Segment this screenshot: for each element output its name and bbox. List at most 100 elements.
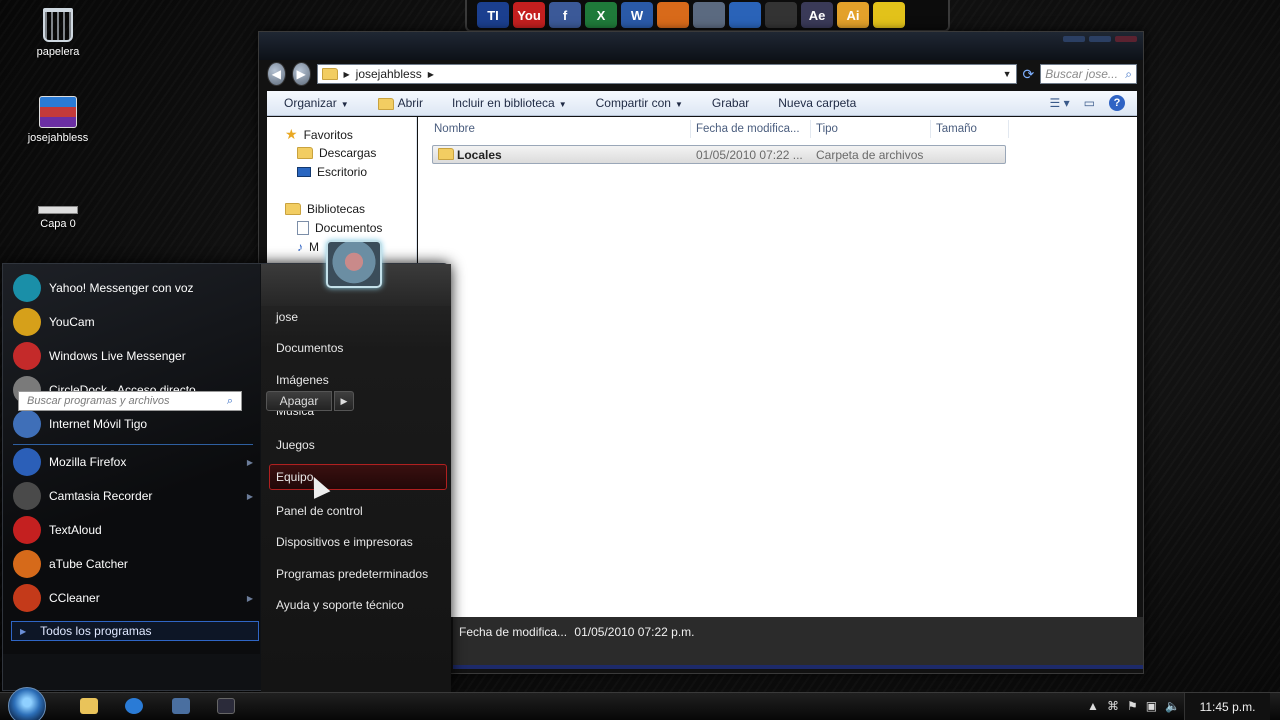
dock-bar: TI You f X W Ae Ai (465, 0, 950, 32)
submenu-arrow-icon: ▶ (246, 491, 253, 501)
after-effects-taskbar-icon[interactable] (217, 698, 235, 714)
window-title-bar[interactable] (259, 32, 1143, 60)
search-input[interactable]: Buscar jose... ⌕ (1040, 64, 1138, 84)
camtasia-icon (13, 482, 41, 510)
action-center-icon[interactable]: ⚑ (1127, 699, 1138, 713)
start-right-item[interactable]: Imágenes (276, 373, 329, 387)
nav-documents[interactable]: Documentos (297, 221, 382, 235)
start-button[interactable] (8, 687, 46, 720)
submenu-arrow-icon: ▶ (246, 593, 253, 603)
open-button[interactable]: Abrir (361, 96, 435, 110)
network-icon[interactable]: ⌘ (1107, 699, 1119, 713)
nav-downloads[interactable]: Descargas (297, 146, 376, 160)
column-name[interactable]: Nombre (434, 123, 475, 135)
desktop-icon-recycle-bin[interactable]: papelera (3, 8, 113, 58)
program-item[interactable]: Yahoo! Messenger con voz (13, 272, 253, 304)
start-search-input[interactable]: Buscar programas y archivos ⌕ (18, 391, 242, 411)
command-bar: Organizar ▼ Abrir Incluir en biblioteca ▼ … (267, 91, 1137, 116)
program-item[interactable]: Mozilla Firefox ▶ (13, 446, 253, 478)
clock[interactable]: 11:45 p.m. (1184, 693, 1270, 720)
new-folder-button[interactable]: Nueva carpeta (761, 96, 868, 110)
start-right-item[interactable]: Juegos (276, 438, 315, 452)
help-icon[interactable]: ? (1109, 95, 1125, 111)
program-item[interactable]: CCleaner ▶ (13, 582, 253, 614)
program-item[interactable]: Internet Móvil Tigo (13, 408, 253, 440)
word-icon[interactable]: W (621, 2, 653, 28)
column-type[interactable]: Tipo (816, 123, 838, 135)
display-icon[interactable]: ▣ (1146, 699, 1157, 713)
internet-explorer-icon[interactable] (125, 698, 143, 714)
address-bar[interactable]: ▶ josejahbless ▶ ▼ (316, 64, 1017, 84)
maximize-button[interactable] (1089, 36, 1111, 42)
desktop-icon-winrar[interactable]: josejahbless (3, 96, 113, 144)
recycle-bin-icon (43, 8, 73, 42)
program-item[interactable]: aTube Catcher (13, 548, 253, 580)
program-item[interactable]: Windows Live Messenger (13, 340, 253, 372)
program-label: Mozilla Firefox (49, 455, 127, 469)
illustrator-icon[interactable]: Ai (837, 2, 869, 28)
all-programs-button[interactable]: ▶ Todos los programas (11, 621, 259, 641)
youtube-icon[interactable]: You (513, 2, 545, 28)
firefox-icon[interactable] (657, 2, 689, 28)
share-button[interactable]: Compartir con ▼ (579, 96, 695, 110)
program-label: TextAloud (49, 523, 102, 537)
explorer-taskbar-icon[interactable] (80, 698, 98, 714)
start-right-item[interactable]: Programas predeterminados (276, 567, 428, 581)
back-button[interactable]: ◀ (267, 62, 286, 86)
submenu-arrow-icon: ▶ (246, 457, 253, 467)
desktop-icon-label: Capa 0 (40, 218, 76, 230)
nav-libraries[interactable]: Bibliotecas (285, 202, 365, 216)
search-placeholder: Buscar jose... (1045, 67, 1118, 81)
msn-icon[interactable] (729, 2, 761, 28)
refresh-icon[interactable]: ⟳ (1023, 66, 1035, 83)
taringa-icon[interactable]: TI (477, 2, 509, 28)
close-button[interactable] (1115, 36, 1137, 42)
program-list: ▶ Todos los programas Yahoo! Messenger c… (3, 264, 260, 654)
nav-music[interactable]: ♪ M (297, 240, 319, 254)
shutdown-options-button[interactable]: ▶ (334, 391, 354, 411)
preview-pane-icon[interactable]: ▭ (1084, 96, 1095, 110)
textaloud-icon (13, 516, 41, 544)
library-icon (285, 203, 301, 215)
ubuntu-icon[interactable] (765, 2, 797, 28)
excel-icon[interactable]: X (585, 2, 617, 28)
search-icon: ⌕ (1125, 66, 1133, 81)
program-item[interactable]: YouCam (13, 306, 253, 338)
minimize-button[interactable] (1063, 36, 1085, 42)
beyond-icon[interactable] (873, 2, 905, 28)
start-right-item[interactable]: Ayuda y soporte técnico (276, 598, 404, 612)
start-right-item[interactable]: Documentos (276, 341, 343, 355)
desktop-icon-label: josejahbless (27, 132, 89, 144)
shutdown-button[interactable]: Apagar (266, 391, 332, 411)
start-right-item[interactable]: Panel de control (276, 504, 363, 518)
burn-button[interactable]: Grabar (695, 96, 761, 110)
show-hidden-icons-icon[interactable]: ▲ (1087, 699, 1099, 713)
column-date[interactable]: Fecha de modifica... (696, 123, 800, 135)
avatar[interactable] (326, 240, 382, 288)
program-label: Windows Live Messenger (49, 349, 186, 363)
forward-button[interactable]: ▶ (291, 62, 311, 86)
nav-desktop[interactable]: Escritorio (297, 165, 367, 179)
program-item[interactable]: Camtasia Recorder ▶ (13, 480, 253, 512)
include-library-button[interactable]: Incluir en biblioteca ▼ (435, 96, 579, 110)
document-icon (297, 221, 309, 235)
column-size[interactable]: Tamaño (936, 123, 977, 135)
nav-favorites[interactable]: ★ Favoritos (285, 126, 353, 143)
program-item[interactable]: TextAloud (13, 514, 253, 546)
system-tray: ▲ ⌘ ⚑ ▣ 🔈 (1087, 699, 1180, 713)
after-effects-icon[interactable]: Ae (801, 2, 833, 28)
atube-icon (13, 550, 41, 578)
breadcrumb[interactable]: josejahbless (356, 67, 422, 81)
camtasia-icon[interactable] (693, 2, 725, 28)
msn-taskbar-icon[interactable] (172, 698, 190, 714)
table-row[interactable]: Locales 01/05/2010 07:22 ... Carpeta de … (432, 145, 1006, 164)
address-dropdown-icon[interactable]: ▼ (1003, 69, 1016, 79)
start-right-item[interactable]: Dispositivos e impresoras (276, 535, 413, 549)
organize-button[interactable]: Organizar ▼ (267, 96, 361, 110)
facebook-icon[interactable]: f (549, 2, 581, 28)
desktop-icon-layer[interactable]: Capa 0 (3, 192, 113, 230)
program-label: CCleaner (49, 591, 100, 605)
volume-icon[interactable]: 🔈 (1165, 699, 1180, 713)
start-right-item[interactable]: jose (276, 310, 298, 324)
view-options-icon[interactable]: ☰ ▾ (1050, 96, 1070, 110)
